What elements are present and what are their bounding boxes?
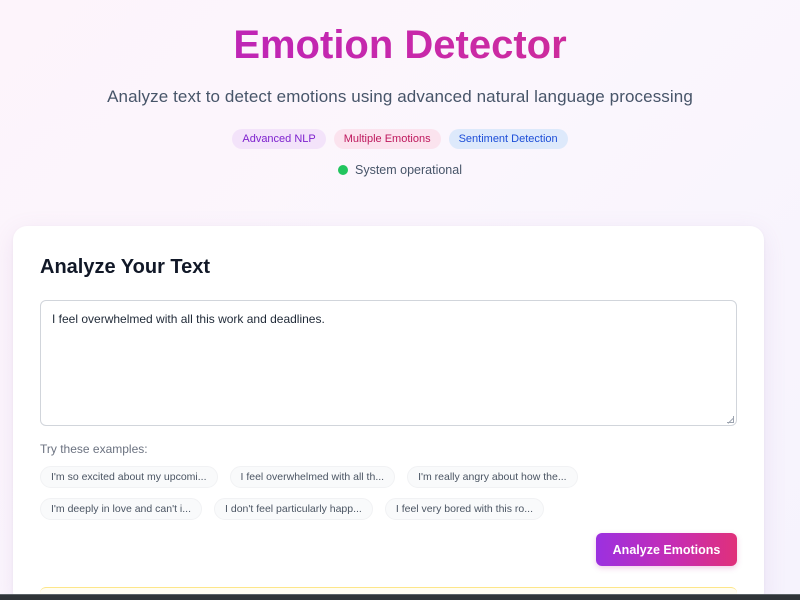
page: Emotion Detector Analyze text to detect … bbox=[0, 0, 800, 600]
analyze-emotions-button[interactable]: Analyze Emotions bbox=[596, 533, 737, 566]
example-chip-excited[interactable]: I'm so excited about my upcomi... bbox=[40, 466, 218, 488]
badge-sentiment-detection: Sentiment Detection bbox=[448, 129, 568, 149]
page-subtitle: Analyze text to detect emotions using ad… bbox=[107, 87, 693, 106]
examples-label: Try these examples: bbox=[40, 442, 148, 456]
analyze-card: Analyze Your Text I feel overwhelmed wit… bbox=[13, 226, 764, 600]
badge-advanced-nlp: Advanced NLP bbox=[232, 129, 326, 149]
page-title: Emotion Detector bbox=[0, 22, 800, 68]
text-input[interactable]: I feel overwhelmed with all this work an… bbox=[40, 300, 737, 426]
example-chips: I'm so excited about my upcomi... I feel… bbox=[40, 466, 600, 520]
hero-header: Emotion Detector Analyze text to detect … bbox=[0, 0, 800, 177]
analyze-card-title: Analyze Your Text bbox=[40, 256, 211, 278]
example-chip-bored[interactable]: I feel very bored with this ro... bbox=[384, 498, 545, 520]
system-status: System operational bbox=[0, 163, 800, 177]
feature-badges: Advanced NLP Multiple Emotions Sentiment… bbox=[0, 129, 800, 149]
text-input-value: I feel overwhelmed with all this work an… bbox=[52, 312, 325, 326]
example-chip-not-happy[interactable]: I don't feel particularly happ... bbox=[214, 498, 373, 520]
resize-handle-icon[interactable] bbox=[727, 416, 734, 423]
badge-multiple-emotions: Multiple Emotions bbox=[333, 129, 441, 149]
example-chip-overwhelmed[interactable]: I feel overwhelmed with all th... bbox=[229, 466, 396, 488]
example-chip-angry[interactable]: I'm really angry about how the... bbox=[407, 466, 578, 488]
status-dot-icon bbox=[337, 165, 348, 175]
example-chip-love[interactable]: I'm deeply in love and can't i... bbox=[40, 498, 203, 520]
status-text: System operational bbox=[354, 163, 462, 177]
taskbar bbox=[0, 594, 800, 600]
